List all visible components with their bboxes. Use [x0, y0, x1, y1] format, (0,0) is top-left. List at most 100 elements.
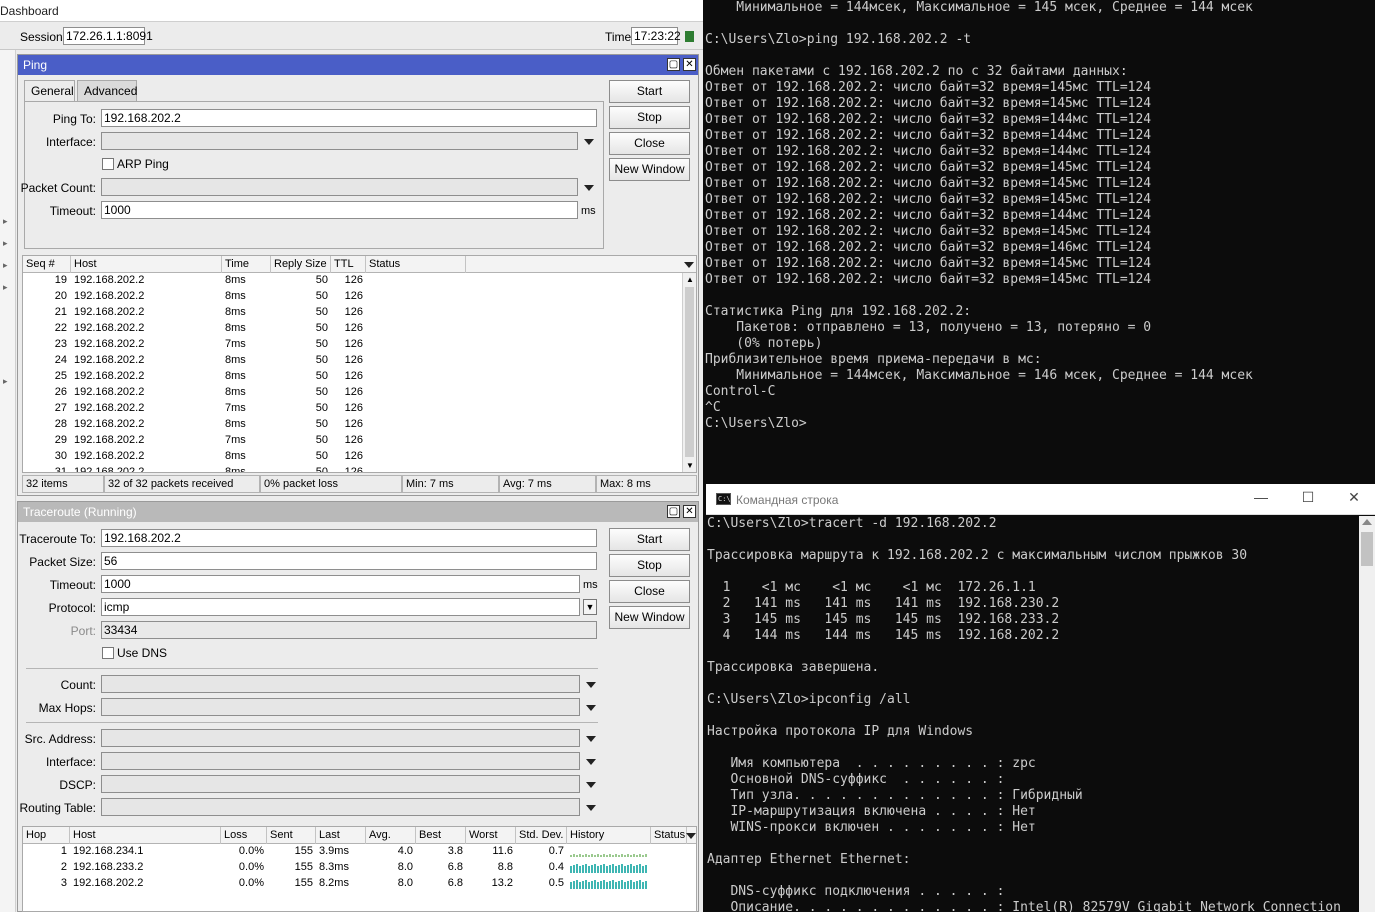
table-row[interactable]: 30 192.168.202.2 8ms 50 126 [23, 449, 696, 465]
scroll-down-icon[interactable]: ▼ [686, 461, 694, 470]
console-scrollbar[interactable] [1359, 516, 1375, 912]
table-row[interactable]: 24 192.168.202.2 8ms 50 126 [23, 353, 696, 369]
table-row[interactable]: 2 192.168.233.2 0.0% 155 8.3ms 8.0 6.8 8.8 0.4 [23, 860, 696, 876]
minimize-icon[interactable]: — [1251, 489, 1271, 505]
col-seq[interactable]: Seq # [23, 256, 71, 273]
dscp-field[interactable] [101, 775, 580, 793]
col-time[interactable]: Time [222, 256, 271, 273]
table-row[interactable]: 23 192.168.202.2 7ms 50 126 [23, 337, 696, 353]
col-host[interactable]: Host [70, 827, 221, 844]
tr-start-button[interactable]: Start [609, 528, 690, 551]
cell-avg: 8.0 [397, 861, 413, 873]
src-address-dropdown-icon[interactable] [586, 736, 596, 742]
table-row[interactable]: 31 192.168.202.2 8ms 50 126 [23, 465, 696, 472]
tr-interface-dropdown-icon[interactable] [586, 759, 596, 765]
menu-arrow-icon[interactable]: ▸ [3, 376, 8, 387]
menu-arrow-icon[interactable]: ▸ [3, 216, 8, 227]
col-ttl[interactable]: TTL [331, 256, 366, 273]
col-avg[interactable]: Avg. [366, 827, 416, 844]
ping-close-button[interactable]: Close [609, 132, 690, 155]
close-icon[interactable]: ✕ [683, 505, 696, 518]
tr-timeout-field[interactable]: 1000 [101, 575, 580, 593]
col-hop[interactable]: Hop [23, 827, 70, 844]
packet-size-field[interactable]: 56 [101, 552, 597, 570]
timeout-field[interactable]: 1000 [101, 201, 578, 219]
table-row[interactable]: 27 192.168.202.2 7ms 50 126 [23, 401, 696, 417]
count-dropdown-icon[interactable] [586, 682, 596, 688]
menu-arrow-icon[interactable]: ▸ [3, 238, 8, 249]
console-tracert[interactable]: C:\Users\Zlo>tracert -d 192.168.202.2 Тр… [706, 516, 1359, 912]
close-icon[interactable]: ✕ [683, 58, 696, 71]
use-dns-checkbox[interactable] [102, 647, 114, 659]
table-row[interactable]: 19 192.168.202.2 8ms 50 126 [23, 273, 696, 289]
col-loss[interactable]: Loss [221, 827, 267, 844]
table-row[interactable]: 1 192.168.234.1 0.0% 155 3.9ms 4.0 3.8 11.6 0.7 [23, 844, 696, 860]
routing-table-field[interactable] [101, 798, 580, 816]
console-line [707, 676, 1359, 692]
packet-count-dropdown-icon[interactable] [584, 185, 594, 191]
columns-dropdown-icon[interactable] [686, 833, 696, 839]
menu-arrow-icon[interactable]: ▸ [3, 260, 8, 271]
tab-advanced[interactable]: Advanced [77, 80, 137, 101]
table-row[interactable]: 21 192.168.202.2 8ms 50 126 [23, 305, 696, 321]
interface-field[interactable] [101, 132, 578, 150]
console-ping[interactable]: Минимальное = 144мсек, Максимальное = 14… [703, 0, 1375, 482]
scroll-thumb[interactable] [1361, 532, 1373, 566]
cell-reply-size: 50 [315, 290, 328, 302]
col-sent[interactable]: Sent [267, 827, 316, 844]
max-hops-dropdown-icon[interactable] [586, 705, 596, 711]
col-history[interactable]: History [567, 827, 651, 844]
ping-title-bar[interactable]: Ping ▢ ✕ [18, 55, 698, 75]
maximize-icon[interactable]: ☐ [1298, 489, 1318, 506]
col-std-dev[interactable]: Std. Dev. [516, 827, 567, 844]
protocol-dropdown-icon[interactable]: ▼ [583, 599, 597, 615]
ping-to-field[interactable]: 192.168.202.2 [101, 109, 597, 127]
table-row[interactable]: 22 192.168.202.2 8ms 50 126 [23, 321, 696, 337]
session-label: Session: [20, 30, 67, 44]
col-status[interactable]: Status [651, 827, 687, 844]
table-row[interactable]: 26 192.168.202.2 8ms 50 126 [23, 385, 696, 401]
table-row[interactable]: 3 192.168.202.2 0.0% 155 8.2ms 8.0 6.8 13.2 0.5 [23, 876, 696, 892]
tr-close-button[interactable]: Close [609, 580, 690, 603]
col-host[interactable]: Host [71, 256, 222, 273]
maximize-icon[interactable]: ▢ [667, 505, 680, 518]
ping-start-button[interactable]: Start [609, 80, 690, 103]
table-row[interactable]: 29 192.168.202.2 7ms 50 126 [23, 433, 696, 449]
src-address-field[interactable] [101, 729, 580, 747]
table-row[interactable]: 28 192.168.202.2 8ms 50 126 [23, 417, 696, 433]
ping-new-window-button[interactable]: New Window [609, 158, 690, 181]
session-field[interactable]: 172.26.1.1:8091 [63, 27, 153, 45]
columns-dropdown-icon[interactable] [684, 262, 694, 268]
arp-ping-checkbox[interactable] [102, 158, 114, 170]
ping-stop-button[interactable]: Stop [609, 106, 690, 129]
scroll-thumb[interactable] [685, 287, 694, 457]
close-icon[interactable]: ✕ [1344, 489, 1364, 506]
col-status[interactable]: Status [366, 256, 466, 273]
ping-table-scrollbar[interactable]: ▲ ▼ [682, 273, 696, 472]
scroll-up-icon[interactable]: ▲ [686, 275, 694, 284]
protocol-field[interactable]: icmp [101, 598, 580, 616]
tab-general[interactable]: General [24, 80, 75, 102]
max-hops-field[interactable] [101, 698, 580, 716]
routing-table-dropdown-icon[interactable] [586, 805, 596, 811]
cell-host: 192.168.202.2 [74, 338, 145, 350]
packet-count-field[interactable] [101, 178, 578, 196]
count-field[interactable] [101, 675, 580, 693]
traceroute-title-bar[interactable]: Traceroute (Running) ▢ ✕ [18, 502, 698, 522]
table-row[interactable]: 20 192.168.202.2 8ms 50 126 [23, 289, 696, 305]
tr-stop-button[interactable]: Stop [609, 554, 690, 577]
console-title-bar[interactable]: C:\ Командная строка — ☐ ✕ [706, 484, 1375, 515]
col-reply-size[interactable]: Reply Size [271, 256, 331, 273]
col-best[interactable]: Best [416, 827, 466, 844]
tr-interface-field[interactable] [101, 752, 580, 770]
table-row[interactable]: 25 192.168.202.2 8ms 50 126 [23, 369, 696, 385]
interface-dropdown-icon[interactable] [584, 139, 594, 145]
tr-new-window-button[interactable]: New Window [609, 606, 690, 629]
dscp-dropdown-icon[interactable] [586, 782, 596, 788]
maximize-icon[interactable]: ▢ [667, 58, 680, 71]
traceroute-to-field[interactable]: 192.168.202.2 [101, 529, 597, 547]
col-last[interactable]: Last [316, 827, 366, 844]
scroll-up-icon[interactable] [1362, 519, 1372, 525]
col-worst[interactable]: Worst [466, 827, 516, 844]
menu-arrow-icon[interactable]: ▸ [3, 282, 8, 293]
